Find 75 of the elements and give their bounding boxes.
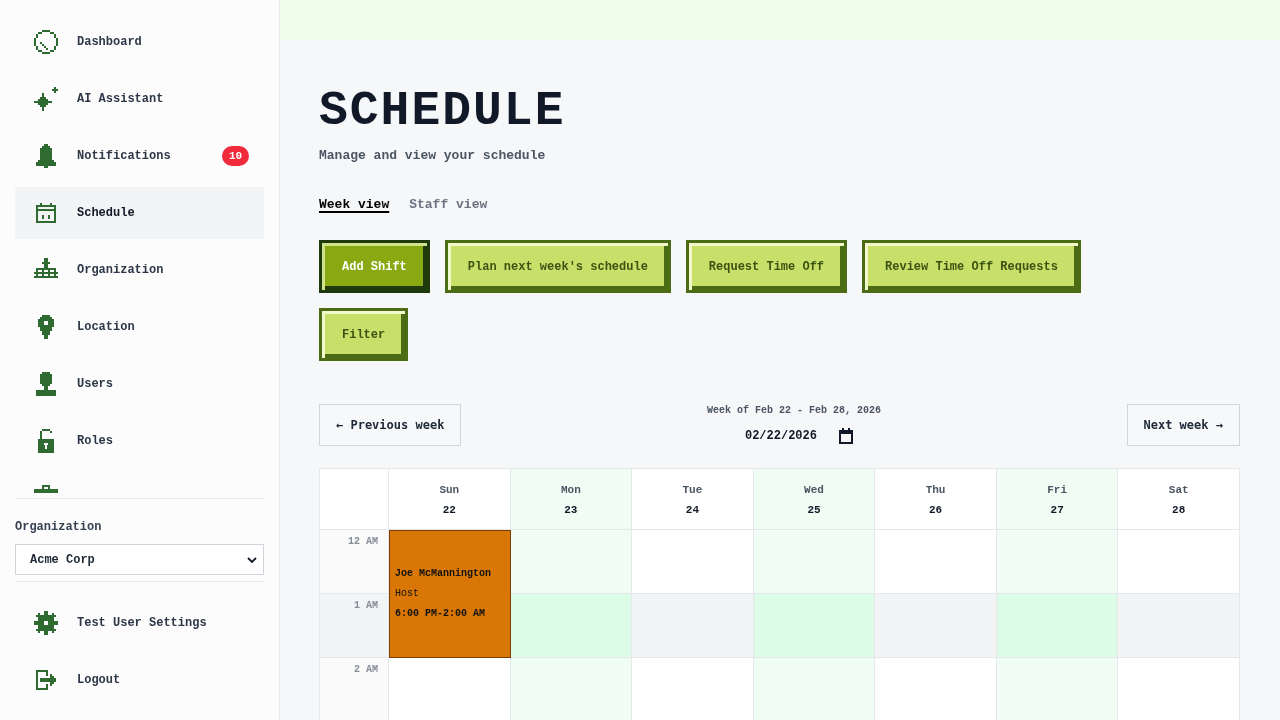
calendar-cell[interactable] — [632, 594, 754, 658]
calendar-icon[interactable] — [838, 428, 853, 444]
account-item[interactable]: Test User Settings — [15, 597, 264, 649]
organization-label: Organization — [15, 519, 103, 535]
day-date: 23 — [564, 503, 578, 518]
calendar-cell[interactable] — [389, 658, 511, 720]
organization-select[interactable]: Acme Corp — [15, 544, 264, 575]
calendar-cell[interactable] — [510, 658, 633, 720]
logout-icon — [34, 668, 58, 692]
calendar-cell[interactable] — [510, 594, 633, 658]
week-range: Week of Feb 22 - Feb 28, 2026 — [706, 404, 881, 418]
time-label: 2 AM — [354, 663, 378, 677]
user-icon — [34, 372, 58, 396]
day-name: Wed — [804, 483, 824, 498]
briefcase-icon — [34, 485, 58, 493]
previous-week-button[interactable]: ← Previous week — [319, 404, 462, 446]
calendar-cell[interactable] — [996, 658, 1119, 720]
calendar-cell[interactable] — [996, 594, 1119, 658]
time-label: 1 AM — [354, 599, 378, 613]
page-subtitle: Manage and view your schedule — [319, 147, 546, 165]
day-date: 28 — [1172, 503, 1186, 518]
time-label: 12 AM — [348, 535, 378, 549]
gear-icon — [34, 611, 58, 635]
calendar-cell[interactable] — [753, 658, 876, 720]
calendar-cell[interactable] — [875, 594, 997, 658]
gauge-icon — [34, 30, 58, 54]
day-name: Mon — [560, 483, 581, 498]
day-name: Tue — [682, 483, 703, 498]
calendar-icon — [34, 201, 58, 225]
action-button[interactable]: Filter — [319, 308, 409, 361]
calendar-cell[interactable] — [996, 530, 1119, 594]
calendar-cell[interactable] — [510, 530, 633, 594]
calendar-cell[interactable] — [1118, 594, 1240, 658]
day-name: Fri — [1047, 483, 1068, 498]
action-button[interactable]: Plan next week's schedule — [444, 240, 671, 293]
shift-employee-name: Joe McMannington — [395, 567, 491, 581]
day-date: 24 — [685, 503, 699, 518]
view-tab[interactable]: Week view — [319, 196, 390, 214]
notification-badge: 10 — [222, 146, 249, 166]
calendar-cell[interactable] — [1118, 530, 1240, 594]
shift-time: 6:00 PM-2:00 AM — [395, 607, 485, 621]
calendar-cell[interactable] — [875, 658, 997, 720]
day-name: Sun — [439, 483, 460, 498]
next-week-button[interactable]: Next week → — [1126, 404, 1240, 446]
day-name: Sat — [1168, 483, 1189, 498]
day-date: 22 — [442, 503, 456, 518]
calendar-cell[interactable] — [1118, 658, 1240, 720]
nav-item[interactable]: AI Assistant — [15, 73, 264, 125]
action-button[interactable]: Review Time Off Requests — [862, 240, 1081, 293]
sparkle-icon — [34, 87, 58, 111]
calendar-cell[interactable] — [632, 658, 754, 720]
nav-item[interactable]: Users — [15, 358, 264, 410]
calendar-cell[interactable] — [632, 530, 754, 594]
day-date: 27 — [1050, 503, 1064, 518]
nav-item[interactable]: Schedule — [15, 187, 264, 239]
day-date: 25 — [807, 503, 821, 518]
calendar-cell[interactable] — [753, 594, 876, 658]
bell-icon — [34, 144, 58, 168]
shift-role: Host — [395, 587, 419, 601]
account-item[interactable]: Logout — [15, 654, 264, 706]
day-name: Thu — [925, 483, 946, 498]
nav-item[interactable]: Organization — [15, 244, 264, 296]
shift-card[interactable]: Joe McMannington Host 6:00 PM-2:00 AM — [389, 530, 511, 658]
calendar-cell[interactable] — [875, 530, 997, 594]
calendar-cell[interactable] — [753, 530, 876, 594]
view-tab[interactable]: Staff view — [409, 196, 488, 214]
action-button[interactable]: Request Time Off — [685, 240, 848, 293]
nav-item[interactable]: Roles — [15, 415, 264, 467]
nav-item[interactable]: Dashboard — [15, 16, 264, 68]
date-field[interactable]: 02/22/2026 — [744, 427, 823, 445]
nav-item[interactable]: Location — [15, 301, 264, 353]
day-date: 26 — [928, 503, 943, 518]
page-title: SCHEDULE — [319, 87, 566, 135]
nav-item[interactable]: Notifications 10 — [15, 130, 264, 182]
chevron-down-icon — [247, 556, 257, 563]
